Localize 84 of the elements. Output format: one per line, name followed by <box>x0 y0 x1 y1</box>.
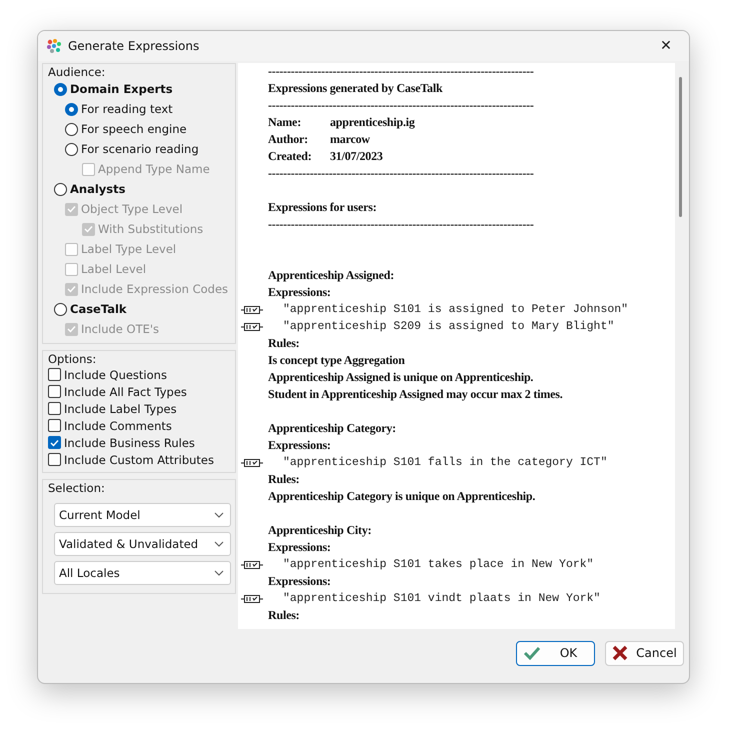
expression-text: "apprenticeship S101 vindt plaats in New York" <box>283 592 600 605</box>
radio-button[interactable] <box>65 102 78 116</box>
radio-button[interactable] <box>65 122 78 136</box>
scrollbar-thumb[interactable] <box>679 77 682 217</box>
field-label: Created: <box>268 149 312 164</box>
report-text: Apprenticeship City: <box>268 523 372 538</box>
report-text: Expressions: <box>268 574 331 589</box>
report-text: Expressions: <box>268 540 331 555</box>
radio-button[interactable] <box>54 82 67 96</box>
chevron-down-icon <box>214 570 224 576</box>
separator-text: ---------------------------------------------------------------------- <box>268 217 534 232</box>
ok-button[interactable]: OK <box>516 640 595 666</box>
report-text: Rules: <box>268 608 300 623</box>
cross-icon <box>612 645 628 661</box>
field-value: marcow <box>330 132 370 147</box>
radio-button[interactable] <box>65 142 78 156</box>
option-label: Label Type Level <box>81 242 176 256</box>
report-text: Apprenticeship Assigned is unique on Apprenticeship. <box>268 370 534 385</box>
option-label: Include Business Rules <box>64 436 195 450</box>
separator-text: ---------------------------------------------------------------------- <box>268 64 534 79</box>
separator-text: ---------------------------------------------------------------------- <box>268 98 534 113</box>
report-text: Expressions generated by CaseTalk <box>268 81 442 96</box>
chevron-down-icon <box>214 541 224 547</box>
report-text: Expressions for users: <box>268 200 376 215</box>
report-text: Apprenticeship Assigned: <box>268 268 394 283</box>
checkbox[interactable] <box>48 419 61 432</box>
report-text: Rules: <box>268 336 300 351</box>
option-label: For scenario reading <box>81 142 199 156</box>
expression-icon <box>241 459 263 467</box>
field-value: apprenticeship.ig <box>330 115 415 130</box>
dropdown[interactable]: Validated & Unvalidated <box>54 532 231 556</box>
report-text: Rules: <box>268 472 300 487</box>
option-label: With Substitutions <box>98 222 204 236</box>
expression-text: "apprenticeship S101 falls in the category ICT" <box>283 456 608 469</box>
option-label: Include Expression Codes <box>81 282 228 296</box>
option-label: CaseTalk <box>70 302 127 316</box>
dropdown[interactable]: Current Model <box>54 503 231 527</box>
option-label: Append Type Name <box>98 162 210 176</box>
option-label: Include All Fact Types <box>64 384 187 398</box>
option-label: Include Label Types <box>64 402 177 416</box>
window-title: Generate Expressions <box>68 39 200 53</box>
expression-icon <box>241 306 263 314</box>
checkbox[interactable] <box>48 368 61 381</box>
checkbox[interactable] <box>48 436 61 449</box>
option-label: Include OTE's <box>81 322 160 336</box>
expression-text: "apprenticeship S101 takes place in New York" <box>283 558 594 571</box>
separator-text: ---------------------------------------------------------------------- <box>268 166 534 181</box>
expression-text: "apprenticeship S101 is assigned to Peter Johnson" <box>283 303 628 316</box>
expression-icon <box>241 561 263 569</box>
option-label: Object Type Level <box>81 202 183 216</box>
option-label: For reading text <box>81 102 173 116</box>
checkbox[interactable] <box>48 385 61 398</box>
checkmark-icon <box>523 646 541 660</box>
app-logo-icon <box>46 38 62 54</box>
option-label: Include Questions <box>64 368 167 382</box>
checkbox[interactable] <box>48 453 61 466</box>
expression-icon <box>241 595 263 603</box>
option-label: Include Custom Attributes <box>64 452 214 466</box>
cancel-button[interactable]: Cancel <box>605 640 684 666</box>
report-text: Apprenticeship Category is unique on Apprenticeship. <box>268 489 536 504</box>
option-label: Include Comments <box>64 418 172 432</box>
chevron-down-icon <box>214 512 224 518</box>
field-label: Author: <box>268 132 309 147</box>
group-label: Audience: <box>48 65 106 79</box>
expression-icon <box>241 323 263 331</box>
report-text: Student in Apprenticeship Assigned may occur max 2 times. <box>268 387 563 402</box>
close-button[interactable]: ✕ <box>651 33 681 59</box>
checkbox[interactable] <box>48 402 61 415</box>
field-label: Name: <box>268 115 302 130</box>
option-label: For speech engine <box>81 122 187 136</box>
expression-text: "apprenticeship S209 is assigned to Mary Blight" <box>283 320 614 333</box>
option-label: Label Level <box>81 262 146 276</box>
dropdown[interactable]: All Locales <box>54 561 231 585</box>
field-value: 31/07/2023 <box>330 149 383 164</box>
report-text: Is concept type Aggregation <box>268 353 405 368</box>
radio-button[interactable] <box>54 302 67 316</box>
group-label: Selection: <box>48 481 106 495</box>
report-text: Expressions: <box>268 285 331 300</box>
report-text: Apprenticeship Category: <box>268 421 396 436</box>
radio-button[interactable] <box>54 182 67 196</box>
option-label: Analysts <box>70 182 126 196</box>
report-text: Expressions: <box>268 438 331 453</box>
group-label: Options: <box>48 352 98 366</box>
option-label: Domain Experts <box>70 82 173 96</box>
